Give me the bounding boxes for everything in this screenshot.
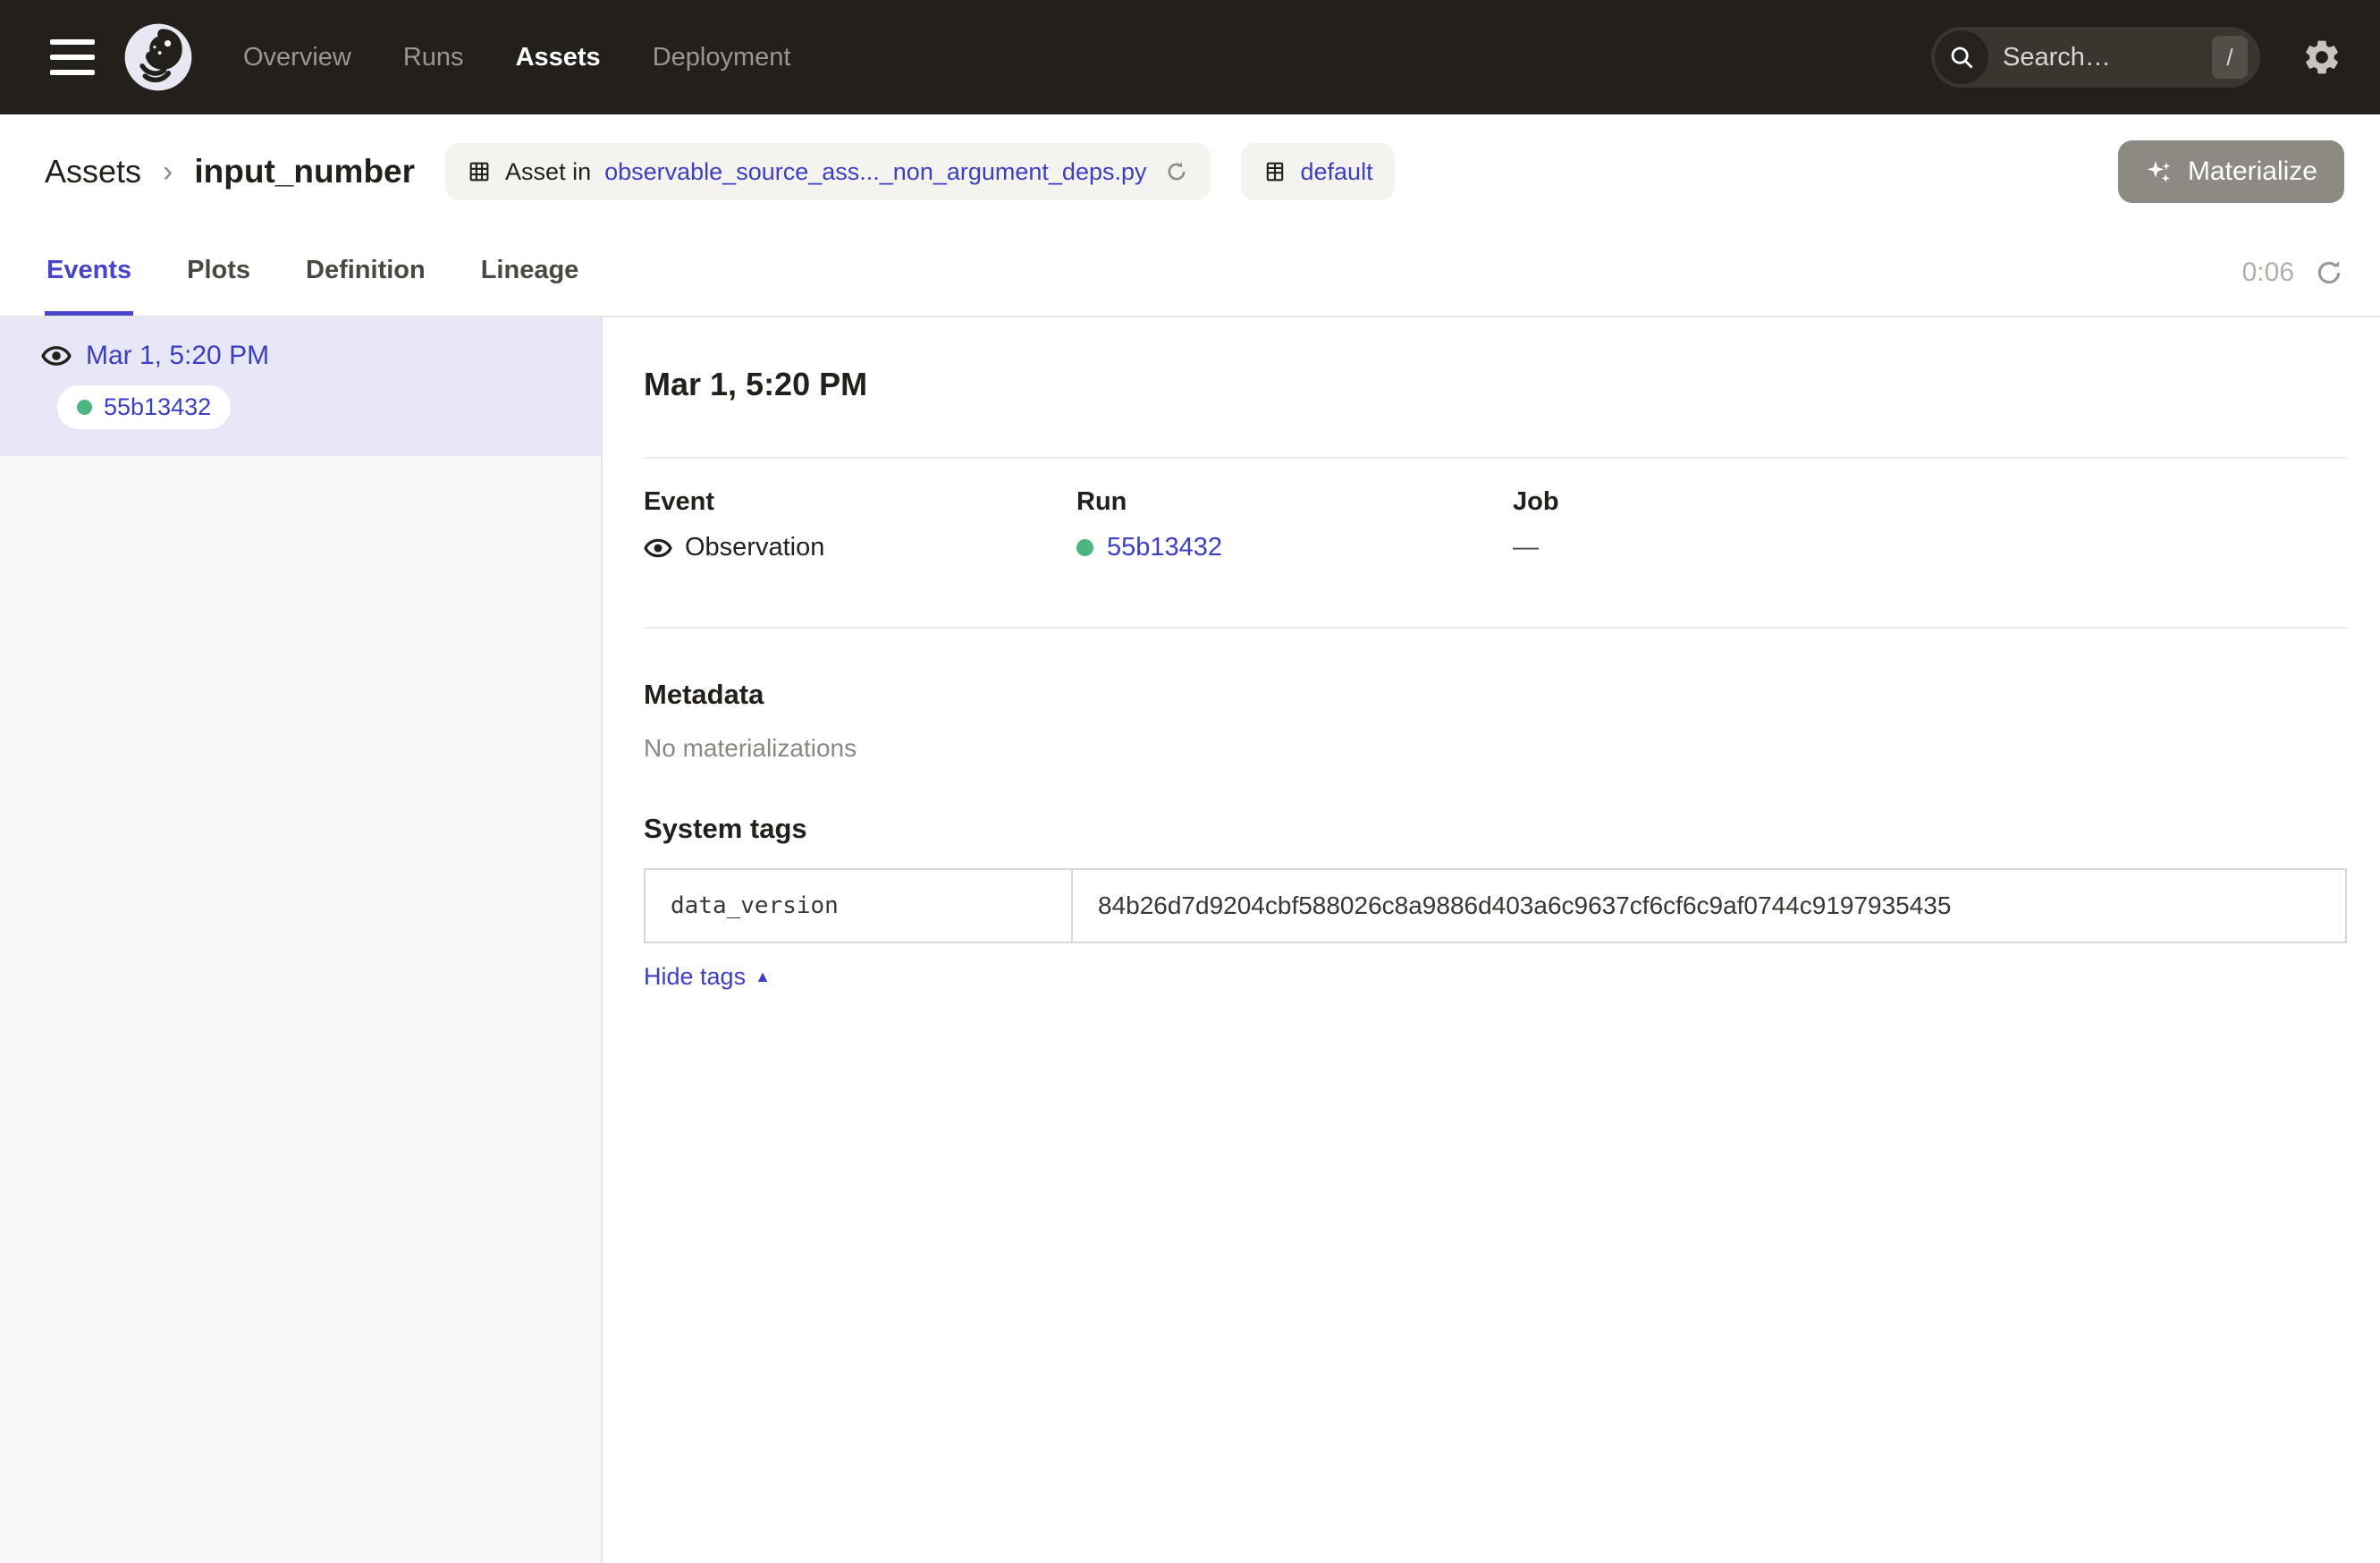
divider (644, 457, 2347, 459)
job-value: — (1513, 533, 2347, 562)
column-header-job: Job (1513, 487, 2347, 517)
repo-default-link[interactable]: default (1301, 158, 1373, 186)
repo-pill: default (1241, 143, 1395, 200)
sparkle-icon (2145, 157, 2173, 186)
nav-assets[interactable]: Assets (516, 43, 601, 72)
event-detail-title: Mar 1, 5:20 PM (644, 366, 2347, 403)
run-id-chip[interactable]: 55b13432 (57, 385, 231, 429)
asset-in-label: Asset in (505, 158, 591, 186)
run-status-dot (1076, 539, 1093, 556)
run-status-dot (77, 400, 92, 415)
search-shortcut-key: / (2212, 36, 2248, 79)
divider (644, 627, 2347, 629)
tag-value-cell: 84b26d7d9204cbf588026c8a9886d403a6c9637c… (1072, 869, 2346, 942)
materialize-label: Materialize (2188, 156, 2317, 187)
caret-up-icon: ▲ (755, 967, 771, 986)
tag-key-cell: data_version (645, 869, 1072, 942)
metadata-empty-message: No materializations (644, 734, 2347, 763)
asset-header: Assets › input_number Asset in observabl… (0, 114, 2380, 229)
metadata-heading: Metadata (644, 679, 2347, 711)
column-header-run: Run (1076, 487, 1513, 517)
event-list-sidebar: Mar 1, 5:20 PM 55b13432 (0, 317, 603, 1563)
nav-deployment[interactable]: Deployment (653, 43, 791, 72)
materialize-button[interactable]: Materialize (2118, 140, 2344, 203)
grid-icon (467, 159, 492, 184)
event-detail-headers: Event Run Job (644, 487, 2347, 517)
event-detail-panel: Mar 1, 5:20 PM Event Run Job Observation (603, 317, 2380, 1563)
settings-gear-icon[interactable] (2301, 37, 2342, 78)
breadcrumb-separator: › (163, 155, 173, 190)
hide-tags-label: Hide tags (644, 963, 746, 991)
search-icon (1935, 30, 1988, 84)
refresh-icon[interactable] (2314, 258, 2344, 288)
nav-overview[interactable]: Overview (243, 43, 351, 72)
column-header-event: Event (644, 487, 1076, 517)
event-detail-row: Observation 55b13432 — (644, 533, 2347, 562)
breadcrumb-assets-link[interactable]: Assets (45, 153, 141, 190)
refresh-countdown: 0:06 (2242, 258, 2294, 288)
nav-runs[interactable]: Runs (403, 43, 464, 72)
event-type-label: Observation (685, 533, 824, 562)
system-tags-heading: System tags (644, 813, 2347, 845)
asset-source-file-link[interactable]: observable_source_ass..._non_argument_de… (604, 158, 1146, 186)
table-row: data_version 84b26d7d9204cbf588026c8a988… (645, 869, 2346, 942)
search-input[interactable] (2003, 43, 2212, 72)
top-nav-bar: Overview Runs Assets Deployment / (0, 0, 2380, 114)
eye-icon (644, 534, 672, 562)
reload-definition-icon[interactable] (1164, 159, 1189, 184)
tab-plots[interactable]: Plots (185, 229, 252, 316)
tab-definition[interactable]: Definition (304, 229, 427, 316)
event-timestamp-link[interactable]: Mar 1, 5:20 PM (86, 341, 269, 371)
eye-icon (41, 341, 72, 371)
asset-definition-pill: Asset in observable_source_ass..._non_ar… (445, 143, 1210, 200)
dagster-app: Overview Runs Assets Deployment / Assets… (0, 0, 2380, 1563)
tab-lineage[interactable]: Lineage (479, 229, 581, 316)
hide-tags-link[interactable]: Hide tags ▲ (644, 963, 771, 991)
page-title: input_number (194, 153, 415, 190)
system-tags-table: data_version 84b26d7d9204cbf588026c8a988… (644, 868, 2347, 943)
repo-grid-icon (1262, 159, 1287, 184)
tab-events[interactable]: Events (45, 229, 133, 316)
run-id-link: 55b13432 (104, 393, 211, 421)
event-list-item[interactable]: Mar 1, 5:20 PM 55b13432 (0, 317, 601, 456)
global-search[interactable]: / (1931, 27, 2260, 88)
dagster-logo-icon[interactable] (123, 22, 193, 92)
asset-tabs: Events Plots Definition Lineage 0:06 (0, 229, 2380, 317)
run-id-link[interactable]: 55b13432 (1107, 533, 1222, 562)
hamburger-menu-icon[interactable] (50, 39, 95, 75)
primary-nav: Overview Runs Assets Deployment (243, 43, 790, 72)
